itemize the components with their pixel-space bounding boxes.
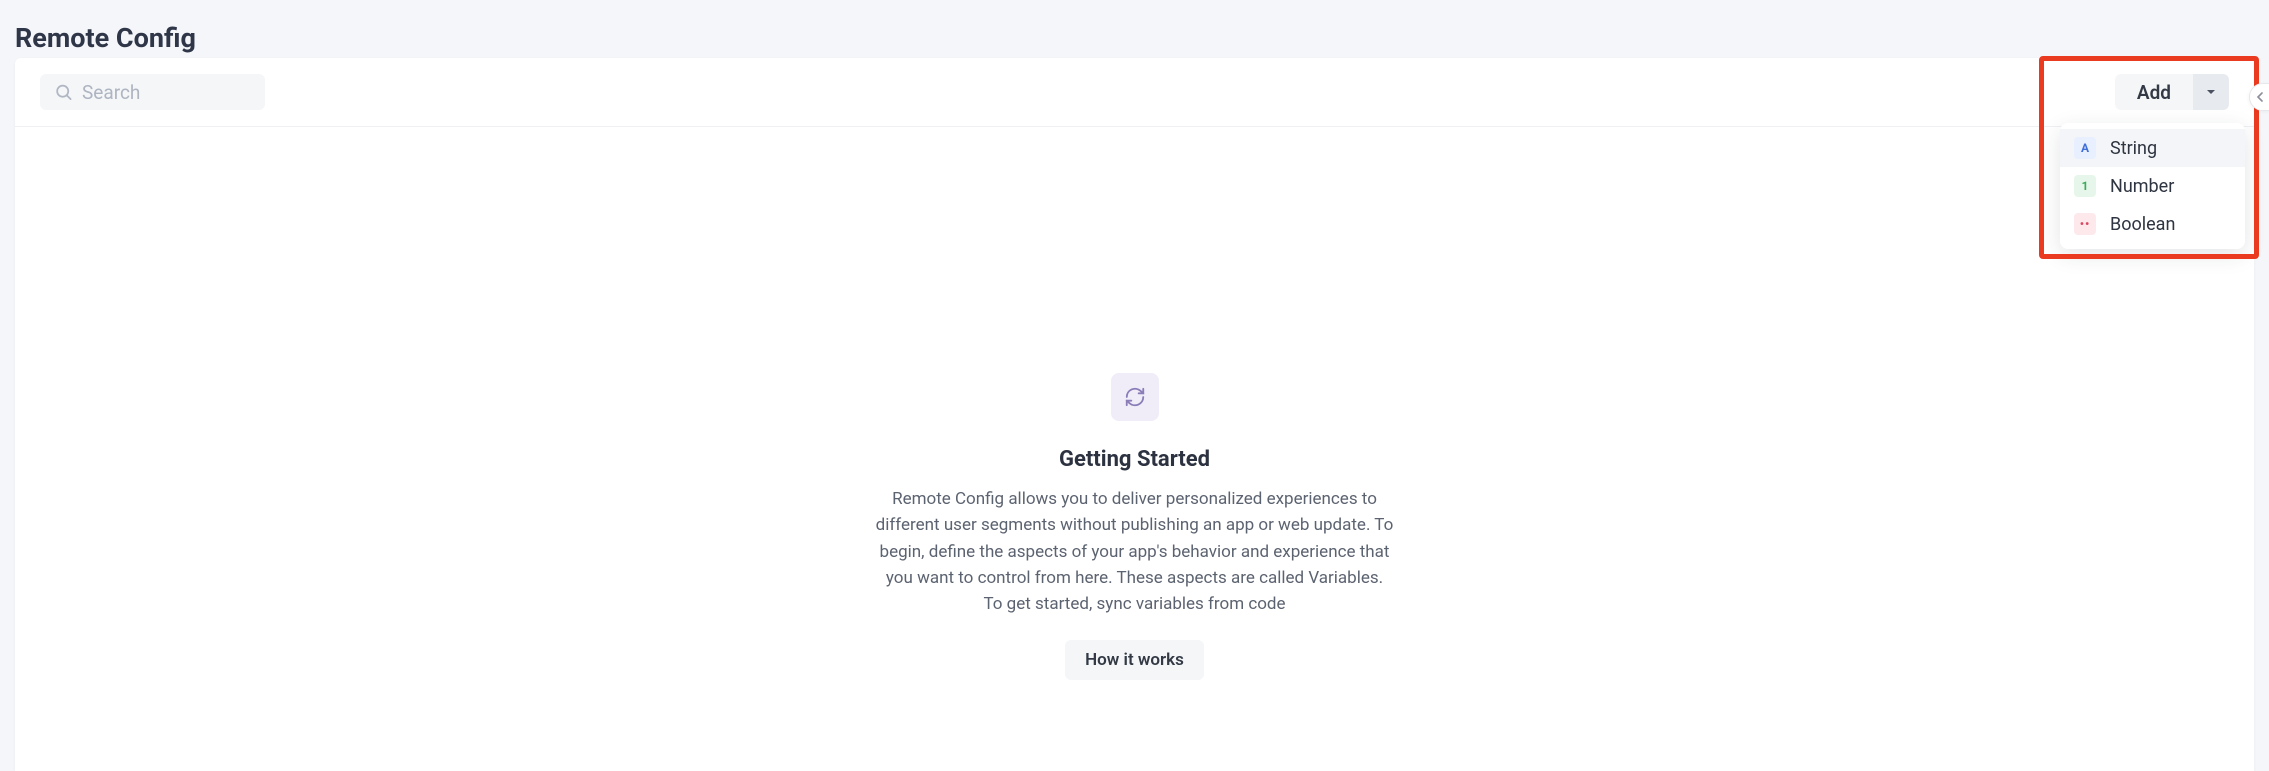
caret-down-icon — [2206, 87, 2216, 97]
boolean-type-icon: •• — [2074, 213, 2096, 235]
collapse-side-panel-button[interactable] — [2249, 83, 2269, 111]
empty-description: Remote Config allows you to deliver pers… — [875, 486, 1395, 618]
toolbar: Add — [15, 58, 2254, 127]
main-panel: Add Getting Started Remote Config allows… — [15, 58, 2254, 771]
page-title: Remote Config — [0, 0, 2269, 54]
dropdown-item-number[interactable]: 1 Number — [2060, 167, 2245, 205]
number-type-icon: 1 — [2074, 175, 2096, 197]
dropdown-item-boolean[interactable]: •• Boolean — [2060, 205, 2245, 243]
how-it-works-button[interactable]: How it works — [1065, 640, 1204, 680]
search-input[interactable] — [40, 74, 265, 110]
refresh-icon — [1111, 373, 1159, 421]
dropdown-item-label: String — [2110, 138, 2157, 159]
chevron-left-icon — [2256, 92, 2264, 102]
add-button[interactable]: Add — [2115, 74, 2193, 110]
search-icon — [54, 83, 73, 102]
empty-heading: Getting Started — [875, 447, 1395, 472]
add-type-dropdown: A String 1 Number •• Boolean — [2060, 123, 2245, 249]
empty-state: Getting Started Remote Config allows you… — [875, 373, 1395, 680]
string-type-icon: A — [2074, 137, 2096, 159]
dropdown-item-label: Number — [2110, 176, 2174, 197]
add-button-group: Add — [2115, 74, 2229, 110]
dropdown-item-label: Boolean — [2110, 214, 2175, 235]
search-field — [40, 74, 265, 110]
add-dropdown-toggle[interactable] — [2193, 74, 2229, 110]
dropdown-item-string[interactable]: A String — [2060, 129, 2245, 167]
